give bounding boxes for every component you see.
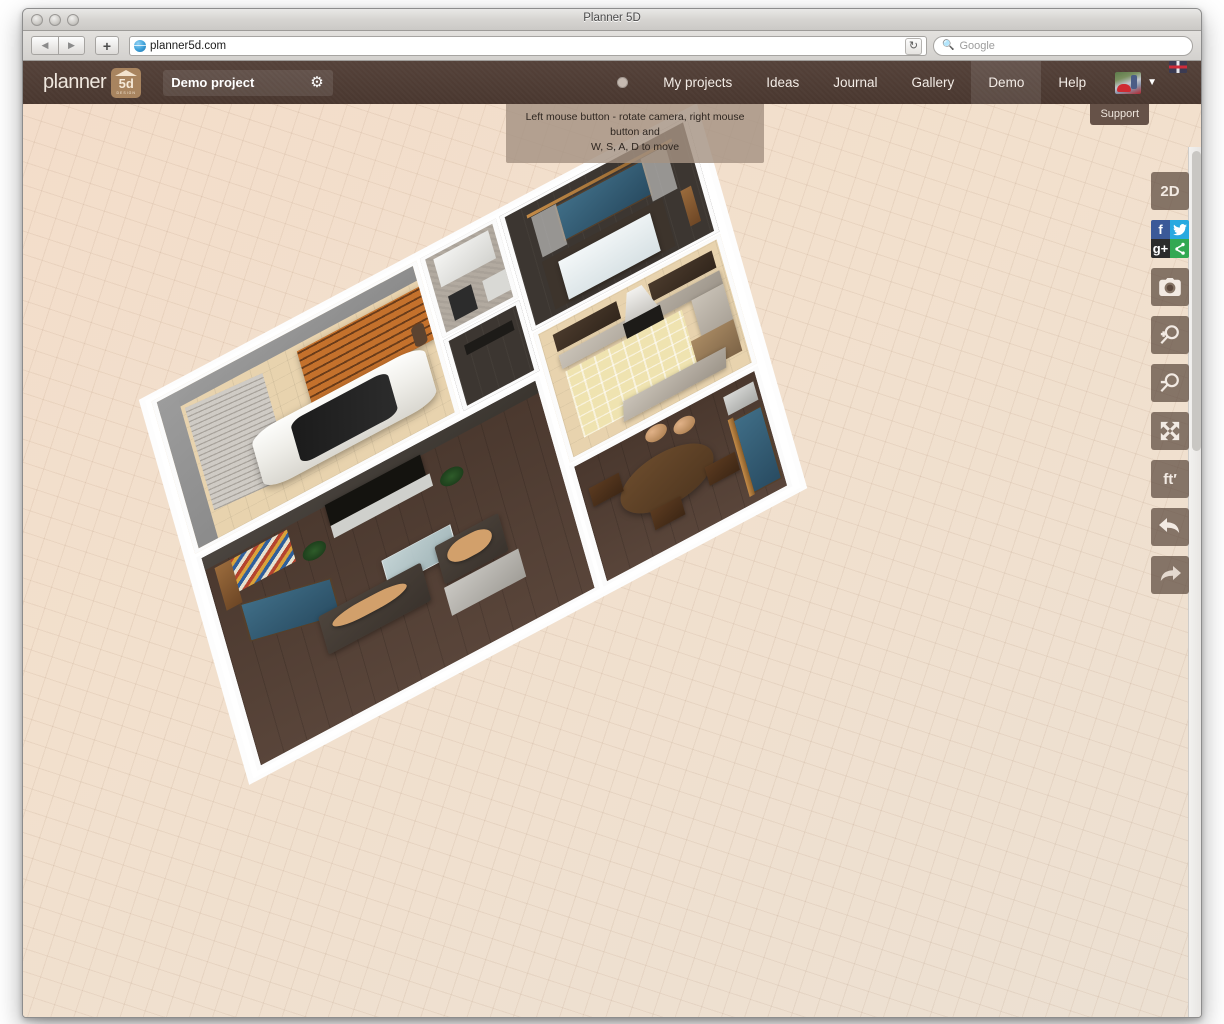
nav-dot-button[interactable] xyxy=(599,61,646,104)
logo-house-badge: 5d DESIGN xyxy=(111,68,141,98)
tooltip-line-1: Left mouse button - rotate camera, right… xyxy=(514,110,756,140)
camera-hint-tooltip: Left mouse button - rotate camera, right… xyxy=(506,104,764,163)
sink[interactable] xyxy=(482,269,511,302)
vertical-scrollbar[interactable] xyxy=(1188,147,1201,1018)
units-button[interactable]: ft′ xyxy=(1151,460,1189,498)
twitter-icon[interactable] xyxy=(1170,220,1189,239)
window-titlebar: Planner 5D xyxy=(23,9,1201,31)
search-icon: 🔍 xyxy=(942,40,954,51)
forward-arrow-icon[interactable]: ▶ xyxy=(58,36,85,55)
plant-left[interactable] xyxy=(301,537,328,565)
app-header: planner 5d DESIGN Demo project ⚙ My proj… xyxy=(23,61,1201,104)
browser-window: Planner 5D ◀ ▶ + planner5d.com ↻ 🔍 Googl… xyxy=(22,8,1202,1018)
search-placeholder: Google xyxy=(959,40,994,52)
undo-icon[interactable] xyxy=(1151,508,1189,546)
dining-chair-1[interactable] xyxy=(589,473,624,507)
facebook-icon[interactable]: f xyxy=(1151,220,1170,239)
toilet[interactable] xyxy=(448,284,478,321)
plant-right[interactable] xyxy=(438,462,465,490)
support-tab[interactable]: Support xyxy=(1090,104,1149,125)
window-title: Planner 5D xyxy=(23,12,1201,24)
sidebar-item-ideas[interactable]: Ideas xyxy=(749,61,816,104)
logo-wordmark: planner xyxy=(43,71,106,94)
main-navigation: My projects Ideas Journal Gallery Demo H… xyxy=(599,61,1201,104)
planner5d-app: planner 5d DESIGN Demo project ⚙ My proj… xyxy=(23,61,1201,1018)
bar-stool-1[interactable] xyxy=(643,420,668,446)
language-flag-icon[interactable] xyxy=(1169,61,1187,73)
avatar xyxy=(1115,72,1141,94)
view-mode-2d-button[interactable]: 2D xyxy=(1151,172,1189,210)
google-plus-icon[interactable]: g+ xyxy=(1151,239,1170,258)
house-isometric-model xyxy=(145,110,801,779)
redo-icon[interactable] xyxy=(1151,556,1189,594)
zoom-out-button[interactable] xyxy=(1151,364,1189,402)
share-icon[interactable] xyxy=(1170,239,1189,258)
logo-badge-sub: DESIGN xyxy=(117,91,136,95)
url-text: planner5d.com xyxy=(150,40,226,52)
scene-root xyxy=(23,104,1201,1018)
sidebar-item-my-projects[interactable]: My projects xyxy=(646,61,749,104)
back-arrow-icon[interactable]: ◀ xyxy=(31,36,58,55)
account-menu[interactable]: ▼ xyxy=(1103,61,1163,104)
social-share-block[interactable]: f g+ xyxy=(1151,220,1189,258)
navigation-buttons: ◀ ▶ xyxy=(31,36,85,55)
search-input[interactable]: 🔍 Google xyxy=(933,36,1193,56)
sidebar-item-journal[interactable]: Journal xyxy=(816,61,894,104)
sidebar-item-gallery[interactable]: Gallery xyxy=(895,61,972,104)
gear-icon[interactable]: ⚙ xyxy=(310,75,325,90)
address-bar[interactable]: planner5d.com ↻ xyxy=(129,36,927,56)
tooltip-line-2: W, S, A, D to move xyxy=(514,140,756,155)
sidebar-item-demo[interactable]: Demo xyxy=(971,61,1041,104)
new-tab-button[interactable]: + xyxy=(95,36,119,55)
sidebar-item-help[interactable]: Help xyxy=(1041,61,1103,104)
house-roof-icon xyxy=(115,70,137,76)
browser-toolbar: ◀ ▶ + planner5d.com ↻ 🔍 Google xyxy=(23,31,1201,61)
fullscreen-icon[interactable] xyxy=(1151,412,1189,450)
screenshot-camera-button[interactable] xyxy=(1151,268,1189,306)
floorplan-3d-viewport[interactable]: 2D f g+ xyxy=(23,104,1201,1018)
scrollbar-thumb[interactable] xyxy=(1192,151,1201,451)
project-name-field[interactable]: Demo project ⚙ xyxy=(163,70,333,96)
logo-badge-number: 5d xyxy=(119,76,134,91)
chevron-down-icon: ▼ xyxy=(1147,77,1157,88)
bedroom-door[interactable] xyxy=(680,186,701,227)
viewport-toolbar: 2D f g+ xyxy=(1151,172,1189,594)
app-logo[interactable]: planner 5d DESIGN xyxy=(43,68,141,98)
project-name-text: Demo project xyxy=(171,75,254,90)
nav-dot-icon xyxy=(617,77,628,88)
zoom-in-button[interactable] xyxy=(1151,316,1189,354)
bar-stool-2[interactable] xyxy=(672,412,697,438)
globe-icon xyxy=(134,40,146,52)
reload-icon[interactable]: ↻ xyxy=(905,38,922,55)
hall-console[interactable] xyxy=(464,320,514,355)
